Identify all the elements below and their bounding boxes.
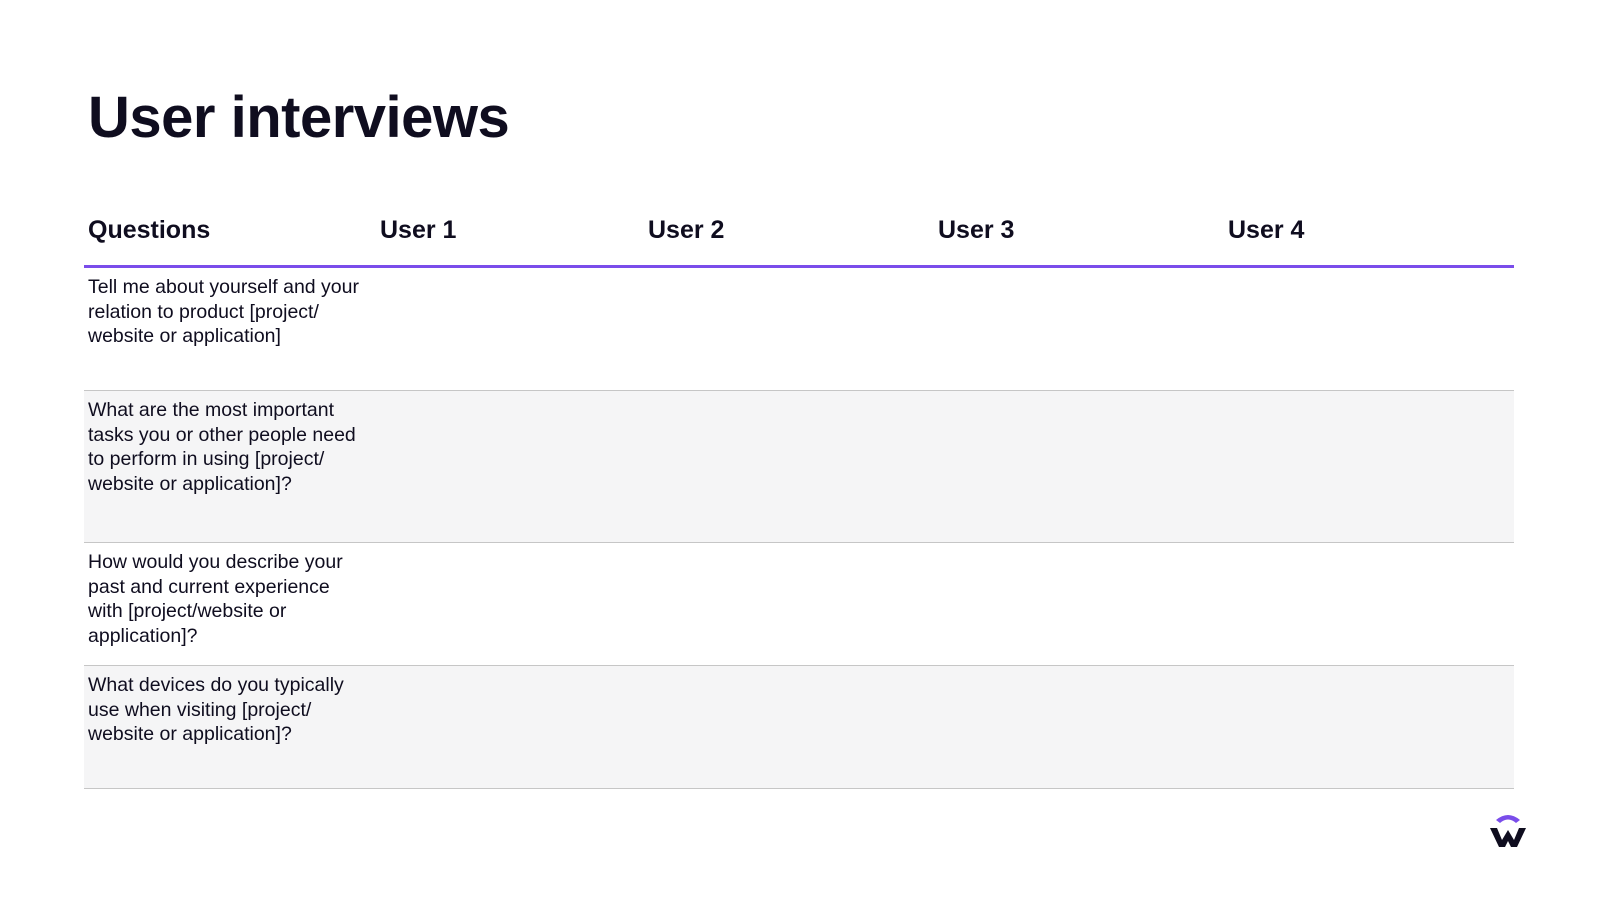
answer-cell-user-3[interactable]	[938, 666, 1228, 788]
interview-table: Questions User 1 User 2 User 3 User 4 Te…	[84, 196, 1514, 789]
header-questions: Questions	[88, 216, 211, 244]
answer-cell-user-3[interactable]	[938, 391, 1228, 542]
header-user-4: User 4	[1228, 216, 1305, 244]
question-cell: Tell me about yourself and your relation…	[88, 276, 359, 347]
header-user-1: User 1	[380, 216, 457, 244]
page-title: User interviews	[88, 85, 510, 150]
answer-cell-user-2[interactable]	[648, 666, 938, 788]
header-user-3: User 3	[938, 216, 1015, 244]
answer-cell-user-3[interactable]	[938, 543, 1228, 665]
answer-cell-user-4[interactable]	[1228, 391, 1514, 542]
answer-cell-user-2[interactable]	[648, 391, 938, 542]
answer-cell-user-1[interactable]	[380, 666, 648, 788]
header-user-2: User 2	[648, 216, 725, 244]
answer-cell-user-1[interactable]	[380, 391, 648, 542]
answer-cell-user-4[interactable]	[1228, 666, 1514, 788]
answer-cell-user-1[interactable]	[380, 268, 648, 390]
table-row: What devices do you typically use when v…	[84, 666, 1514, 789]
question-cell: What are the most important tasks you or…	[88, 399, 356, 495]
question-cell: How would you describe your past and cur…	[88, 551, 343, 647]
answer-cell-user-2[interactable]	[648, 268, 938, 390]
answer-cell-user-1[interactable]	[380, 543, 648, 665]
table-row: Tell me about yourself and your relation…	[84, 268, 1514, 391]
answer-cell-user-4[interactable]	[1228, 543, 1514, 665]
answer-cell-user-4[interactable]	[1228, 268, 1514, 390]
table-header-row: Questions User 1 User 2 User 3 User 4	[84, 196, 1514, 268]
table-row: How would you describe your past and cur…	[84, 543, 1514, 666]
brand-logo-icon	[1488, 810, 1528, 850]
question-cell: What devices do you typically use when v…	[88, 674, 344, 745]
table-row: What are the most important tasks you or…	[84, 391, 1514, 543]
answer-cell-user-2[interactable]	[648, 543, 938, 665]
answer-cell-user-3[interactable]	[938, 268, 1228, 390]
